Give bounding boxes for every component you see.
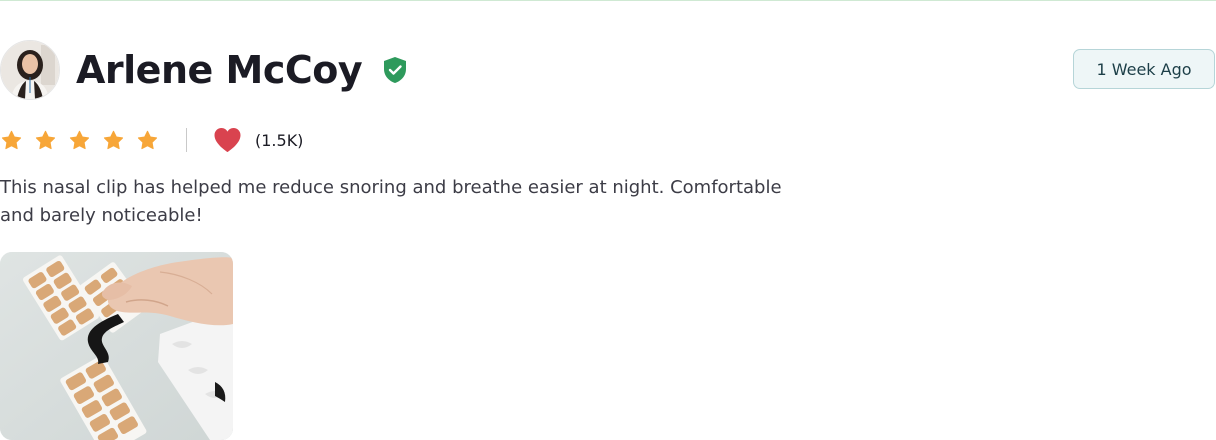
review-text: This nasal clip has helped me reduce sno… [0, 177, 782, 226]
rating-row: (1.5K) [0, 126, 303, 154]
verified-shield-check-icon [380, 55, 410, 85]
review-header: Arlene McCoy [0, 40, 410, 100]
review-card: Arlene McCoy 1 Week Ago (1.5K) This nasa… [0, 0, 1216, 440]
avatar[interactable] [0, 40, 60, 100]
star-icon [1, 130, 22, 149]
star-icon [137, 130, 158, 149]
star-rating [0, 129, 159, 152]
star-icon [69, 130, 90, 149]
star-icon [35, 130, 56, 149]
rating-divider [186, 128, 187, 152]
time-ago-badge: 1 Week Ago [1073, 49, 1215, 89]
heart-icon[interactable] [213, 127, 242, 153]
reviewer-name: Arlene McCoy [76, 48, 363, 92]
star-icon [103, 130, 124, 149]
review-photo[interactable] [0, 252, 233, 440]
likes-count: (1.5K) [255, 130, 304, 150]
